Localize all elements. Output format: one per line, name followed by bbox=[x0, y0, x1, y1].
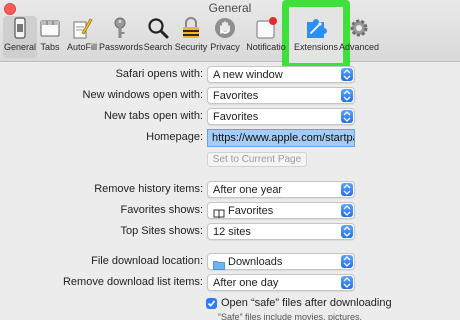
remove-history-label: Remove history items: bbox=[94, 183, 203, 195]
chevron-updown-icon bbox=[341, 204, 353, 217]
new-tabs-select[interactable]: Favorites bbox=[207, 108, 355, 125]
homepage-row: Homepage: https://www.apple.com/startpag… bbox=[0, 129, 460, 147]
tabs-icon bbox=[38, 16, 62, 40]
notifications-icon bbox=[254, 16, 278, 40]
toolbar-label: Extensions bbox=[293, 42, 339, 52]
pencil-icon bbox=[70, 16, 94, 40]
select-value: After one year bbox=[213, 184, 283, 196]
top-sites-select[interactable]: 12 sites bbox=[207, 223, 355, 240]
download-location-label: File download location: bbox=[91, 255, 203, 267]
toolbar-label: AutoFill bbox=[66, 42, 97, 52]
toolbar-notifications[interactable]: Notificatio bbox=[243, 16, 289, 58]
safari-opens-with-select[interactable]: A new window bbox=[207, 66, 355, 83]
folder-icon bbox=[213, 257, 225, 275]
select-value: Favorites bbox=[213, 111, 259, 123]
select-value: 12 sites bbox=[213, 226, 251, 238]
safari-opens-with-label: Safari opens with: bbox=[115, 68, 203, 80]
toolbar-extensions[interactable]: Extensions bbox=[289, 16, 343, 58]
remove-download-row: Remove download list items: After one da… bbox=[0, 274, 460, 292]
toolbar-general[interactable]: General bbox=[3, 16, 37, 58]
new-windows-row: New windows open with: Favorites bbox=[0, 87, 460, 105]
homepage-input[interactable]: https://www.apple.com/startpage/ bbox=[207, 129, 355, 147]
top-sites-label: Top Sites shows: bbox=[120, 225, 203, 237]
new-tabs-row: New tabs open with: Favorites bbox=[0, 108, 460, 126]
new-windows-select[interactable]: Favorites bbox=[207, 87, 355, 104]
window-title: General bbox=[208, 1, 252, 15]
top-sites-row: Top Sites shows: 12 sites bbox=[0, 223, 460, 241]
toolbar-label: Privacy bbox=[210, 42, 240, 52]
toolbar-label: Tabs bbox=[40, 42, 60, 52]
download-location-row: File download location: Downloads bbox=[0, 253, 460, 271]
remove-history-row: Remove history items: After one year bbox=[0, 181, 460, 199]
chevron-updown-icon bbox=[341, 183, 353, 196]
toolbar-autofill[interactable]: AutoFill bbox=[64, 16, 100, 58]
select-value: Favorites bbox=[213, 90, 259, 102]
favorites-shows-row: Favorites shows: Favorites bbox=[0, 202, 460, 220]
checkmark-icon bbox=[207, 300, 216, 307]
extensions-puzzle-icon bbox=[304, 16, 328, 40]
open-safe-files-checkbox[interactable] bbox=[206, 298, 217, 309]
homepage-label: Homepage: bbox=[146, 131, 203, 143]
chevron-updown-icon bbox=[341, 68, 353, 81]
chevron-updown-icon bbox=[341, 110, 353, 123]
favorites-shows-label: Favorites shows: bbox=[120, 204, 203, 216]
toolbar-passwords[interactable]: Passwords bbox=[99, 16, 144, 58]
remove-download-select[interactable]: After one day bbox=[207, 274, 355, 291]
open-safe-files-note: “Safe” files include movies, pictures, bbox=[218, 312, 363, 320]
hand-icon bbox=[213, 16, 237, 40]
select-value: Favorites bbox=[228, 205, 274, 217]
chevron-updown-icon bbox=[341, 276, 353, 289]
select-value: After one day bbox=[213, 277, 279, 289]
toolbar-search[interactable]: Search bbox=[142, 16, 174, 58]
toolbar-label: Passwords bbox=[99, 42, 144, 52]
open-safe-files-label: Open “safe” files after downloading bbox=[221, 297, 392, 309]
select-value: Downloads bbox=[228, 256, 283, 268]
set-current-page-button[interactable]: Set to Current Page bbox=[207, 152, 307, 167]
new-windows-label: New windows open with: bbox=[82, 89, 203, 101]
toolbar: General General Tabs AutoFill Passwords … bbox=[0, 0, 460, 70]
toolbar-tabs[interactable]: Tabs bbox=[38, 16, 62, 58]
remove-download-label: Remove download list items: bbox=[62, 276, 203, 288]
chevron-updown-icon bbox=[341, 89, 353, 102]
new-tabs-label: New tabs open with: bbox=[103, 110, 203, 122]
chevron-updown-icon bbox=[341, 255, 353, 268]
lock-icon bbox=[179, 16, 203, 40]
toolbar-label: Advanced bbox=[338, 42, 380, 52]
toolbar-advanced[interactable]: Advanced bbox=[338, 16, 380, 58]
toolbar-label: General bbox=[3, 42, 37, 52]
general-switch-icon bbox=[8, 16, 32, 40]
key-icon bbox=[108, 16, 132, 40]
toolbar-label: Search bbox=[143, 42, 173, 52]
toolbar-privacy[interactable]: Privacy bbox=[209, 16, 241, 58]
select-value: A new window bbox=[213, 69, 283, 81]
gear-icon bbox=[347, 16, 371, 40]
chevron-updown-icon bbox=[341, 225, 353, 238]
search-icon bbox=[146, 16, 170, 40]
book-icon bbox=[213, 206, 225, 224]
favorites-shows-select[interactable]: Favorites bbox=[207, 202, 355, 219]
safari-opens-with-row: Safari opens with: A new window bbox=[0, 66, 460, 84]
toolbar-security[interactable]: Security bbox=[173, 16, 209, 58]
toolbar-label: Notificatio bbox=[246, 42, 286, 52]
download-location-select[interactable]: Downloads bbox=[207, 253, 355, 270]
remove-history-select[interactable]: After one year bbox=[207, 181, 355, 198]
toolbar-label: Security bbox=[174, 42, 208, 52]
